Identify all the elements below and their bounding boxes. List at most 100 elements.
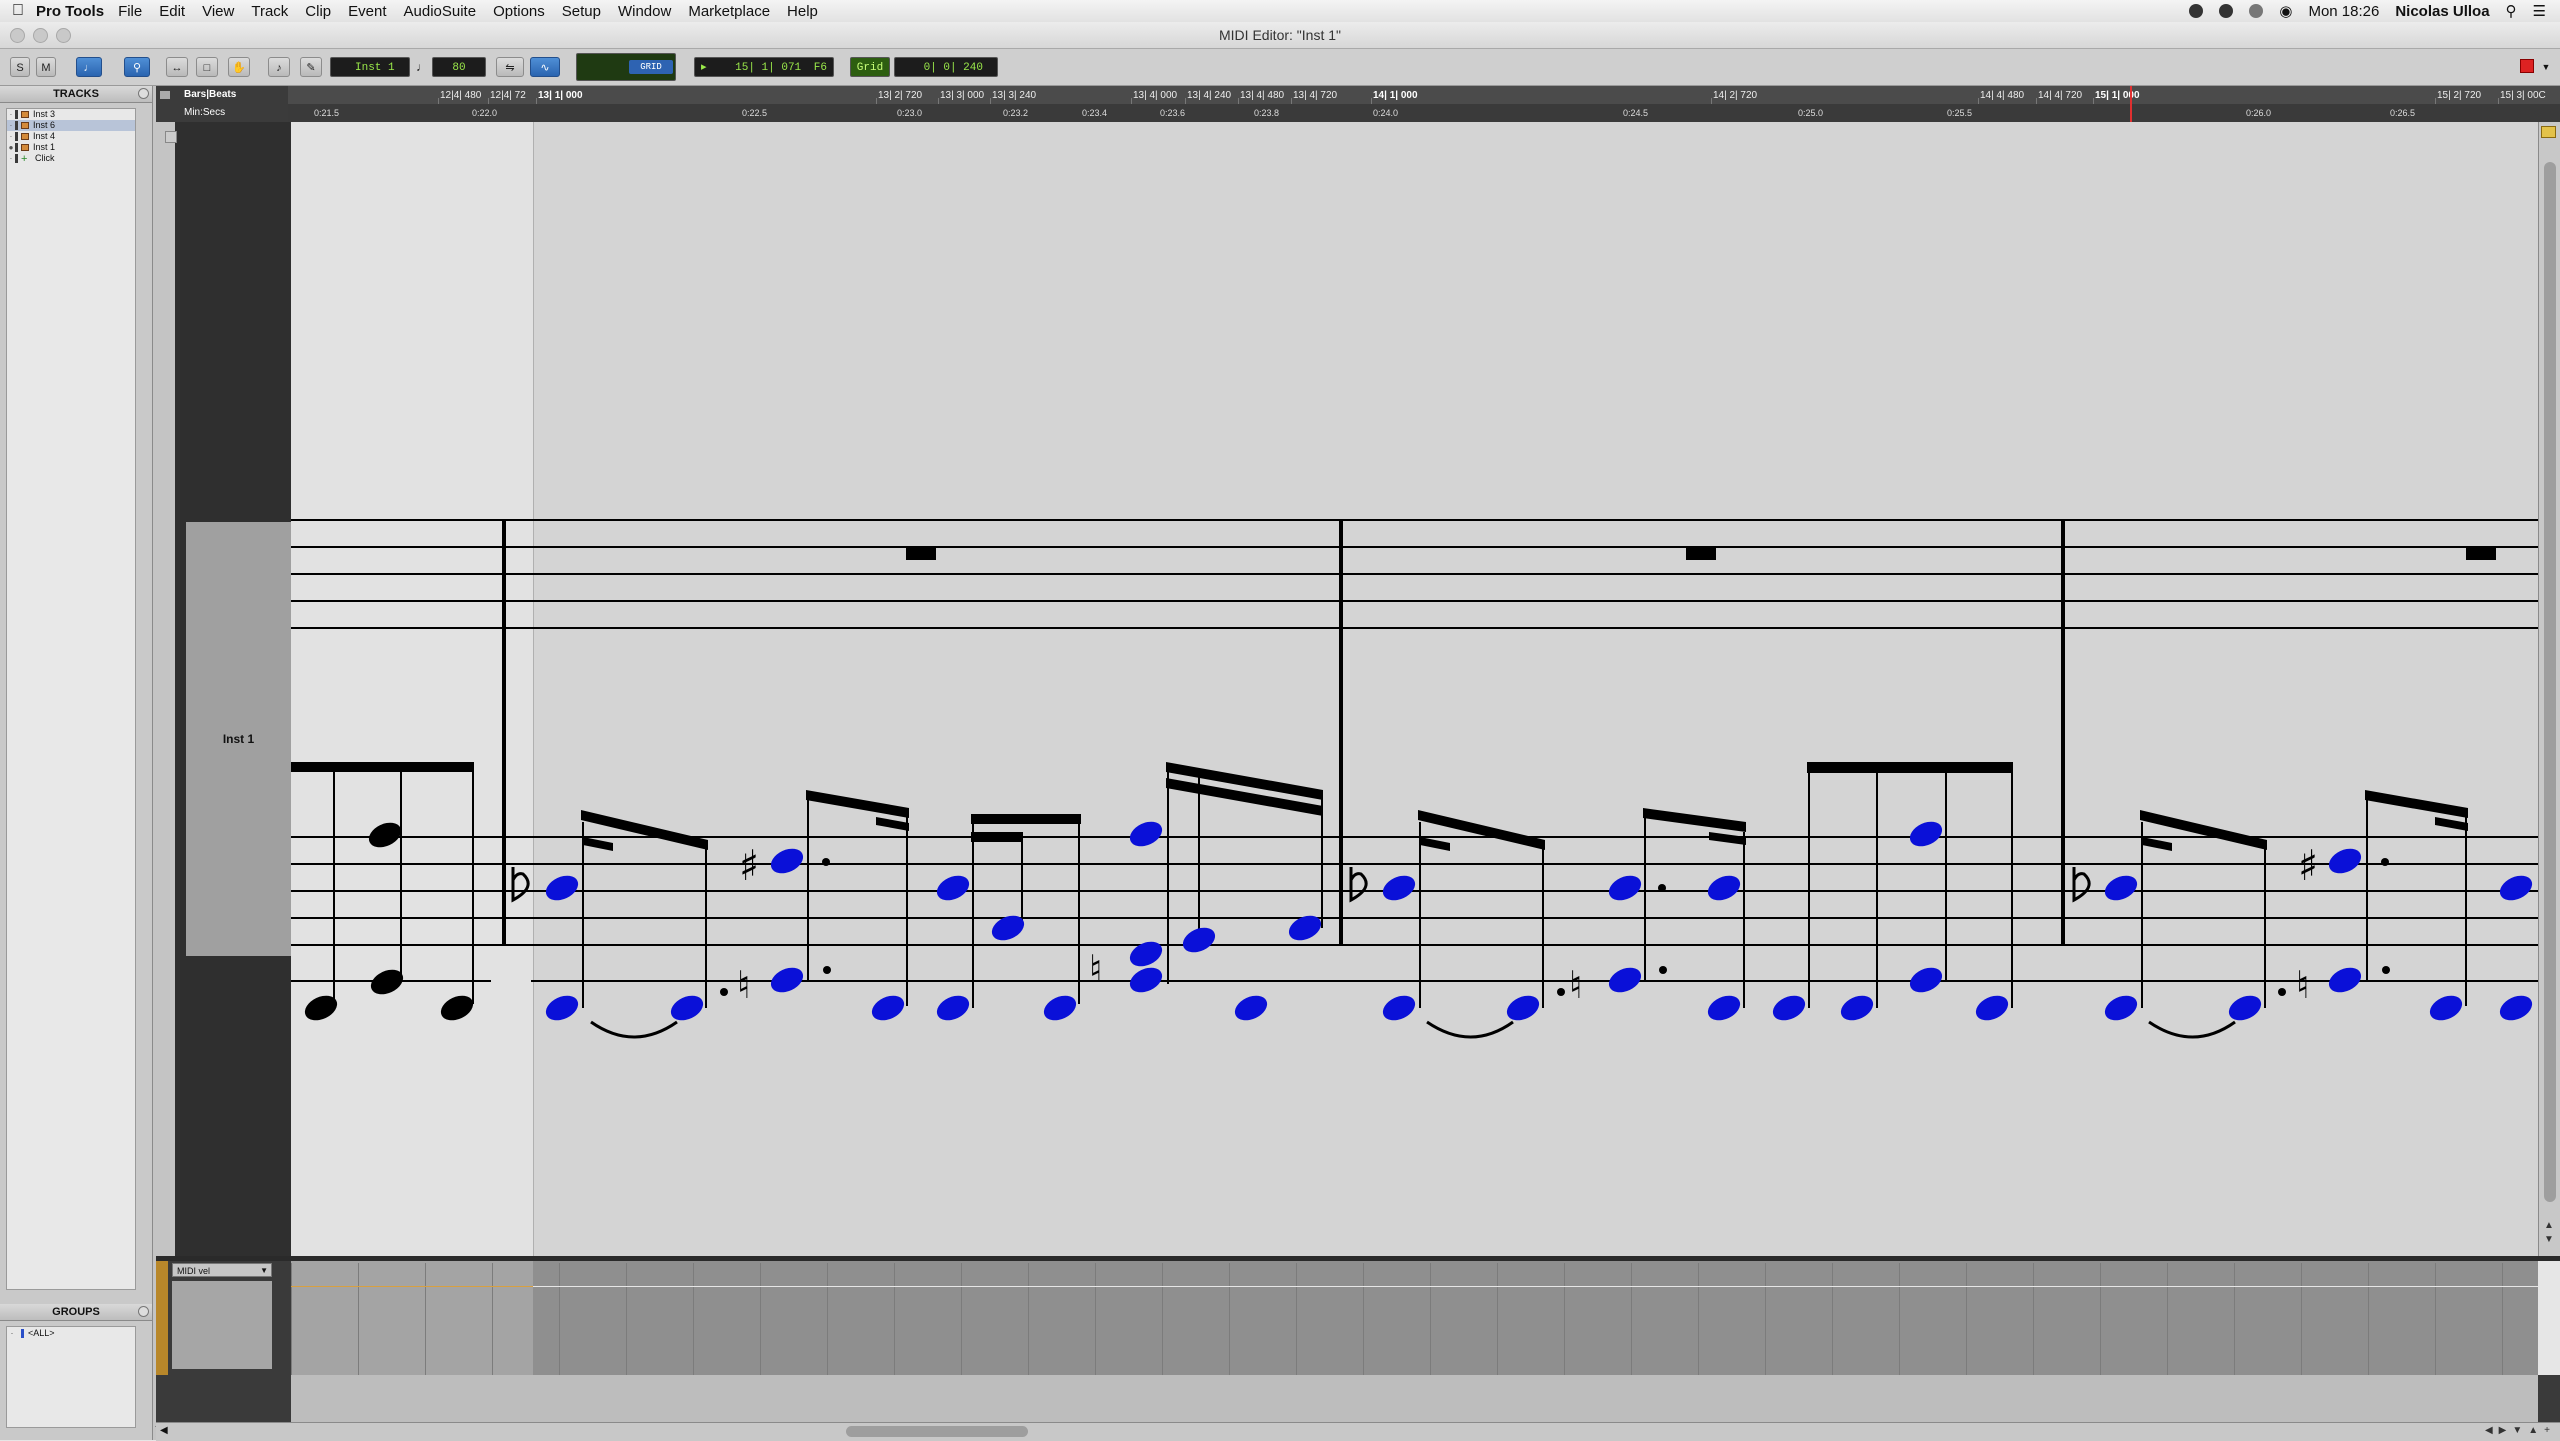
score[interactable]: ♯ ♮ ♮ ♮ ♯ ♮ [291, 122, 2538, 1256]
hand-icon: ✋ [232, 62, 246, 74]
note [936, 995, 970, 1021]
menu-setup[interactable]: Setup [562, 3, 601, 20]
user-name[interactable]: Nicolas Ulloa [2395, 3, 2489, 20]
lane-grid-line [2033, 1263, 2034, 1375]
track-list-item[interactable]: ● Inst 1 [7, 142, 135, 153]
menu-track[interactable]: Track [251, 3, 288, 20]
pre-bar-notes [291, 762, 491, 1021]
groups-panel-menu-icon[interactable] [138, 1306, 149, 1317]
vertical-scrollbar[interactable]: ▲ ▼ [2538, 122, 2560, 1256]
app-menu[interactable]: Pro Tools [36, 3, 104, 20]
horizontal-scroll-thumb[interactable] [846, 1426, 1028, 1437]
track-visibility-icon[interactable]: ● [7, 142, 15, 153]
lane-scale [172, 1281, 272, 1369]
menu-clip[interactable]: Clip [305, 3, 331, 20]
status-icon[interactable] [2249, 4, 2264, 18]
notation-view[interactable]: ♯ ♮ ♮ ♮ ♯ ♮ [291, 122, 2538, 1256]
note [2104, 875, 2138, 901]
notation-view-button[interactable]: ♩ [76, 57, 102, 77]
tempo-field[interactable]: 80 [432, 57, 486, 77]
mirror-edit-button[interactable]: ⇋ [496, 57, 524, 77]
solo-button[interactable]: S [10, 57, 30, 77]
toolbar-menu-chevron-icon[interactable]: ▼ [2540, 57, 2552, 77]
zoom-buttons[interactable]: ◀▶▼▲+ [2485, 1425, 2556, 1436]
barlines [502, 520, 2065, 945]
rest[interactable] [1686, 547, 1716, 560]
scroll-down-icon[interactable]: ▼ [2544, 1234, 2554, 1245]
zoom-toggle-icon[interactable] [2541, 126, 2556, 138]
note [1909, 821, 1943, 847]
track-list-item[interactable]: · Inst 6 [7, 120, 135, 131]
menu-view[interactable]: View [202, 3, 234, 20]
rest[interactable] [2466, 547, 2496, 560]
bar-tick-label: 14| 4| 720 [2038, 90, 2083, 101]
track-name: Inst 1 [33, 142, 56, 152]
menu-audiosuite[interactable]: AudioSuite [404, 3, 477, 20]
time-tick-label: 0:25.0 [1798, 108, 1824, 118]
tracks-panel-menu-icon[interactable] [138, 88, 149, 99]
zoom-tool-button[interactable]: ⚲ [124, 57, 150, 77]
wifi-icon[interactable]: ◉ [2279, 2, 2292, 20]
status-icon[interactable] [2219, 4, 2234, 18]
notification-center-icon[interactable]: ☰ [2533, 2, 2546, 20]
group-list-item[interactable]: · <ALL> [7, 1327, 135, 1339]
apple-menu-icon[interactable]:  [0, 2, 36, 20]
lane-grid-line [1095, 1263, 1096, 1375]
link-icon: ⇋ [505, 62, 515, 74]
edit-mode-display[interactable]: GRID [576, 53, 676, 81]
menu-help[interactable]: Help [787, 3, 818, 20]
menu-edit[interactable]: Edit [159, 3, 185, 20]
menu-options[interactable]: Options [493, 3, 545, 20]
track-list-item[interactable]: · Inst 4 [7, 131, 135, 142]
track-visibility-icon[interactable]: · [7, 109, 15, 120]
horizontal-scrollbar[interactable]: ◀ ◀▶▼▲+ [156, 1422, 2560, 1441]
menu-file[interactable]: File [118, 3, 142, 20]
menu-event[interactable]: Event [348, 3, 386, 20]
lower-empty-area [291, 1375, 2538, 1422]
min-secs-ruler-label[interactable]: Min:Secs [156, 104, 288, 122]
mute-button[interactable]: M [36, 57, 56, 77]
velocity-lane[interactable] [291, 1261, 2538, 1375]
note [2228, 995, 2262, 1021]
playhead[interactable] [2130, 86, 2132, 122]
selector-tool-button[interactable]: □ [196, 57, 218, 77]
lane-color-strip [156, 1261, 168, 1375]
track-visibility-icon[interactable]: · [7, 120, 15, 131]
clock[interactable]: Mon 18:26 [2308, 3, 2379, 20]
grid-value-selector[interactable]: 0| 0| 240 [894, 57, 998, 77]
tab-to-transient-button[interactable]: ∿ [530, 57, 560, 77]
scrubber-tool-button[interactable]: ♪ [268, 57, 290, 77]
pencil-tool-button[interactable]: ✎ [300, 57, 322, 77]
min-secs-ruler[interactable]: 0:21.5 0:22.0 0:22.5 0:23.0 0:23.2 0:23.4 0:23… [288, 104, 2560, 122]
track-visibility-icon[interactable]: · [7, 153, 15, 164]
grabber-tool-button[interactable]: ✋ [228, 57, 250, 77]
note-value-icon[interactable]: ♩ [412, 57, 432, 77]
lane-grid-line [626, 1263, 627, 1375]
track-selector[interactable]: Inst 1 [330, 57, 410, 77]
menu-window[interactable]: Window [618, 3, 671, 20]
status-icon[interactable] [2189, 4, 2204, 18]
menu-marketplace[interactable]: Marketplace [688, 3, 770, 20]
track-name-box[interactable]: Inst 1 [186, 522, 291, 956]
main-counter[interactable]: ▸ 15| 1| 071 F6 [694, 57, 834, 77]
rest[interactable] [906, 547, 936, 560]
bars-beats-ruler[interactable]: 12|4| 480 12|4| 72 13| 1| 000 13| 2| 720 13|… [288, 86, 2560, 105]
grid-toggle[interactable]: Grid [850, 57, 890, 77]
note [1909, 967, 1943, 993]
controller-selector[interactable]: MIDI vel ▼ [172, 1263, 272, 1277]
track-list-item[interactable]: · Inst 3 [7, 109, 135, 120]
vertical-scroll-thumb[interactable] [2544, 162, 2556, 1202]
track-list-item[interactable]: · + Click [7, 153, 135, 165]
note [1043, 995, 1077, 1021]
scroll-start-icon[interactable]: ◀ [160, 1425, 168, 1436]
group-active-icon[interactable]: · [7, 1327, 17, 1339]
scroll-up-icon[interactable]: ▲ [2544, 1220, 2554, 1231]
track-visibility-icon[interactable]: · [7, 131, 15, 142]
ruler-toggle-icon[interactable] [160, 91, 170, 99]
trim-tool-button[interactable]: ↔ [166, 57, 188, 77]
close-editor-icon[interactable] [2520, 59, 2534, 73]
spotlight-icon[interactable]: ⚲ [2506, 2, 2517, 20]
notation-options-icon[interactable] [165, 131, 177, 143]
bars-beats-ruler-label[interactable]: Bars|Beats [156, 86, 288, 104]
note [1707, 875, 1741, 901]
